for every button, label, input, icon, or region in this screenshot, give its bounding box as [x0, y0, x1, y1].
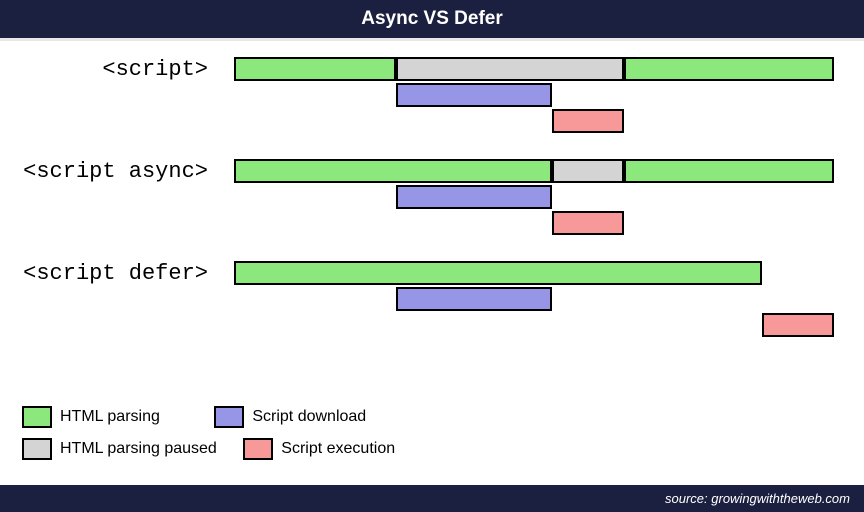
bar-script-download [396, 287, 552, 311]
swatch-download [214, 406, 244, 428]
legend-label: Script download [252, 408, 366, 426]
bar-script-download [396, 83, 552, 107]
bar-script-execution [552, 211, 624, 235]
diagram-area: <script> <script async> <script defer> [0, 41, 864, 357]
bar-html-parsing [234, 261, 762, 285]
bar-script-execution [762, 313, 834, 337]
legend-item-exec: Script execution [243, 438, 395, 460]
row-script-plain: <script> [6, 51, 844, 153]
row-script-defer: <script defer> [6, 255, 844, 357]
bar-parsing-paused [396, 57, 624, 81]
legend-item-parse: HTML parsing [22, 406, 160, 428]
bar-html-parsing [234, 159, 552, 183]
swatch-paused [22, 438, 52, 460]
bar-html-parsing [624, 159, 834, 183]
source-footer: source: growingwiththeweb.com [0, 485, 864, 512]
bar-html-parsing [234, 57, 396, 81]
swatch-exec [243, 438, 273, 460]
bar-parsing-paused [552, 159, 624, 183]
row-label: <script> [0, 57, 208, 82]
bar-script-execution [552, 109, 624, 133]
row-script-async: <script async> [6, 153, 844, 255]
page-title: Async VS Defer [0, 0, 864, 41]
swatch-parse [22, 406, 52, 428]
timeline-track [234, 57, 834, 139]
timeline-track [234, 261, 834, 343]
bar-html-parsing [624, 57, 834, 81]
legend-item-download: Script download [214, 406, 366, 428]
legend-label: HTML parsing paused [60, 440, 217, 458]
legend-label: Script execution [281, 440, 395, 458]
legend-item-paused: HTML parsing paused [22, 438, 217, 460]
bar-script-download [396, 185, 552, 209]
row-label: <script defer> [0, 261, 208, 286]
timeline-track [234, 159, 834, 241]
row-label: <script async> [0, 159, 208, 184]
legend-label: HTML parsing [60, 408, 160, 426]
legend: HTML parsing Script download HTML parsin… [22, 406, 417, 470]
